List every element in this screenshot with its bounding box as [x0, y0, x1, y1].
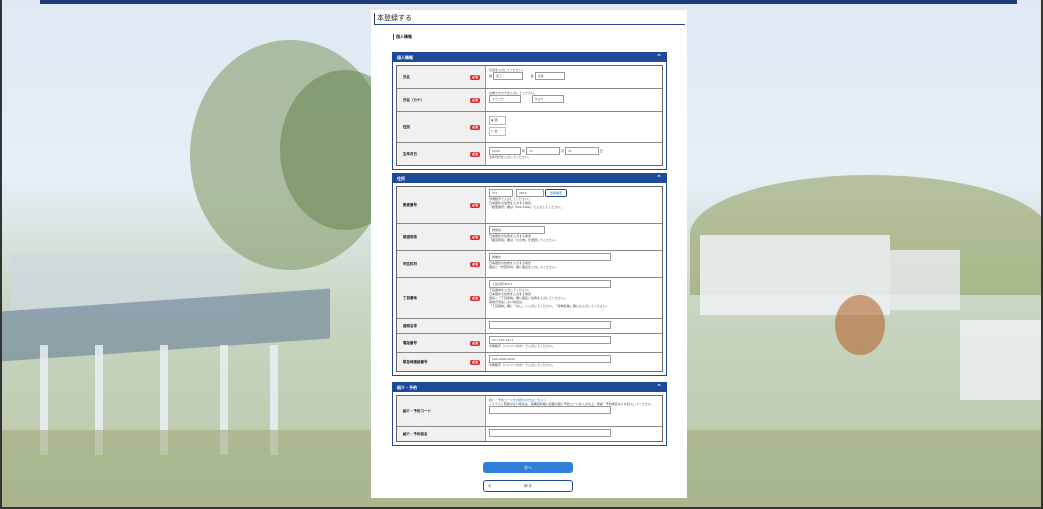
building-label: 建物名等	[403, 323, 417, 328]
kana-mei-input[interactable]: タロウ	[531, 95, 564, 103]
birth-day-select[interactable]: 31	[564, 147, 599, 155]
day-unit: 日	[599, 149, 603, 153]
birthday-note: 生年月日を入力してください。	[489, 155, 531, 159]
top-bar	[40, 0, 1017, 4]
prefecture-label: 都道府県	[403, 234, 417, 239]
background-building	[960, 320, 1043, 400]
referral-person-input[interactable]	[489, 429, 611, 437]
name-label: 氏名	[403, 74, 410, 79]
referral-section: 紹介・予約 ⌃ 紹介・予約コード 紹介・予約コードをお持ちの方はこちらへ システ…	[392, 382, 667, 446]
birth-year-select[interactable]: 2000	[489, 147, 521, 155]
city-input[interactable]: 前橋市	[489, 253, 611, 261]
address-section: 住所 ⌃ 郵便番号 必須 371 - 0816 住所検索 半角数字で入力してくださ…	[392, 173, 667, 376]
required-badge: 必須	[470, 97, 480, 103]
city-note: 国名と「市区町村」欄に国名を入力してください。	[489, 265, 558, 269]
referral-person-row: 紹介・予約者名	[397, 427, 662, 441]
referral-person-label: 紹介・予約者名	[403, 431, 428, 436]
phone-row: 電話番号 必須 027-265-0111 半角数字（ハイフン付き）で入力してくださ…	[397, 334, 662, 353]
registration-form-page: 本登録する 個人情報 個人情報 ⌃ 氏名 必須 氏名を入力してください。 姓 東工…	[371, 10, 687, 498]
postal-part1-input[interactable]: 371	[489, 189, 513, 197]
referral-code-label: 紹介・予約コード	[403, 408, 431, 413]
street-note: 「丁目番地」欄に「なし」と入力してください。「建物名等」欄にも入力してください。	[489, 304, 609, 308]
sei-input[interactable]: 東工	[492, 72, 523, 80]
section-header[interactable]: 個人情報 ⌃	[393, 53, 666, 62]
form-subheading: 個人情報	[393, 34, 412, 40]
prefecture-row: 都道府県 必須 群馬県 日本国外の住所を入力する場合 「都道府県」欄は「その他」を…	[397, 224, 662, 251]
postal-note: 「郵便番号」欄は「000-0000」と入力してください。	[489, 205, 564, 209]
kana-label: 氏名（カナ）	[403, 97, 424, 102]
back-button[interactable]: ‹ 戻る	[483, 480, 573, 492]
next-button[interactable]: 次へ	[483, 462, 573, 473]
gender-option-label: 女	[494, 129, 498, 133]
prefecture-note: 「都道府県」欄は「その他」を選択してください。	[489, 238, 558, 242]
gender-row: 性別 必須 ◉ 男 ○ 女	[397, 112, 662, 143]
mei-input[interactable]: 太郎	[534, 72, 565, 80]
frame-border	[0, 0, 2, 509]
section-header[interactable]: 紹介・予約 ⌃	[393, 383, 666, 392]
page-title: 本登録する	[374, 13, 685, 25]
section-header[interactable]: 住所 ⌃	[393, 174, 666, 183]
background-tree	[835, 295, 885, 355]
phone-note: 半角数字（ハイフン付き）で入力してください。	[489, 344, 555, 348]
required-badge: 必須	[470, 340, 480, 346]
background-building	[890, 250, 960, 310]
referral-code-row: 紹介・予約コード 紹介・予約コードをお持ちの方はこちらへ システムに登録がない場…	[397, 396, 662, 427]
kana-row: 氏名（カナ） 必須 全角カタカナを入力してください。 トウコウ タロウ	[397, 89, 662, 112]
required-badge: 必須	[470, 295, 480, 301]
chevron-up-icon[interactable]: ⌃	[656, 174, 662, 183]
chevron-up-icon[interactable]: ⌃	[656, 53, 662, 62]
emergency-input[interactable]: 090-0000-0000	[489, 355, 611, 363]
back-button-label: 戻る	[524, 483, 532, 488]
postal-part2-input[interactable]: 0816	[516, 189, 545, 197]
prefecture-select[interactable]: 群馬県	[489, 226, 545, 234]
emergency-row: 緊急時連絡番号 必須 090-0000-0000 半角数字（ハイフン付き）で入力し…	[397, 353, 662, 371]
gender-label: 性別	[403, 124, 410, 129]
birth-month-select[interactable]: 12	[525, 147, 560, 155]
kana-sei-input[interactable]: トウコウ	[489, 95, 521, 103]
name-row: 氏名 必須 氏名を入力してください。 姓 東工 名 太郎	[397, 66, 662, 89]
section-header-label: 住所	[397, 176, 405, 181]
year-unit: 年	[521, 149, 525, 153]
required-badge: 必須	[470, 124, 480, 130]
street-label: 丁目番地	[403, 295, 417, 300]
section-header-label: 紹介・予約	[397, 385, 417, 390]
required-badge: 必須	[470, 202, 480, 208]
city-label: 市区町村	[403, 261, 417, 266]
mei-label: 名	[530, 74, 534, 78]
gender-option-label: 男	[494, 118, 498, 122]
month-unit: 月	[560, 149, 564, 153]
postal-separator: -	[513, 191, 516, 195]
sei-label: 姓	[489, 74, 493, 78]
section-header-label: 個人情報	[397, 55, 413, 60]
city-row: 市区町村 必須 前橋市 日本国外の住所を入力する場合 国名と「市区町村」欄に国名を…	[397, 251, 662, 278]
building-row: 建物名等	[397, 319, 662, 334]
required-badge: 必須	[470, 234, 480, 240]
chevron-left-icon: ‹	[488, 481, 492, 490]
required-badge: 必須	[470, 359, 480, 365]
radio-selected-icon: ◉	[491, 118, 494, 122]
emergency-note: 半角数字（ハイフン付き）で入力してください。	[489, 363, 555, 367]
street-input[interactable]: 上佐鳥町460-1	[489, 280, 611, 288]
phone-input[interactable]: 027-265-0111	[489, 336, 611, 344]
required-badge: 必須	[470, 261, 480, 267]
required-badge: 必須	[470, 74, 480, 80]
building-input[interactable]	[489, 321, 611, 329]
address-search-button[interactable]: 住所検索	[545, 189, 568, 197]
birthday-row: 生年月日 必須 2000 年 12 月 31 日 生年月日を入力してください。	[397, 143, 662, 165]
postal-row: 郵便番号 必須 371 - 0816 住所検索 半角数字で入力してください。 日本…	[397, 187, 662, 224]
gender-option-male[interactable]: ◉ 男	[489, 116, 506, 125]
referral-code-input[interactable]	[489, 406, 611, 414]
street-row: 丁目番地 必須 上佐鳥町460-1 丁目番地を入力してください。 日本国外の住所を…	[397, 278, 662, 319]
emergency-label: 緊急時連絡番号	[403, 359, 428, 364]
phone-label: 電話番号	[403, 340, 417, 345]
radio-icon: ○	[491, 129, 494, 133]
gender-option-female[interactable]: ○ 女	[489, 127, 506, 136]
required-badge: 必須	[470, 151, 480, 157]
chevron-up-icon[interactable]: ⌃	[656, 383, 662, 392]
postal-label: 郵便番号	[403, 202, 417, 207]
birthday-label: 生年月日	[403, 151, 417, 156]
personal-info-section: 個人情報 ⌃ 氏名 必須 氏名を入力してください。 姓 東工 名 太郎 氏名（カナ…	[392, 52, 667, 170]
